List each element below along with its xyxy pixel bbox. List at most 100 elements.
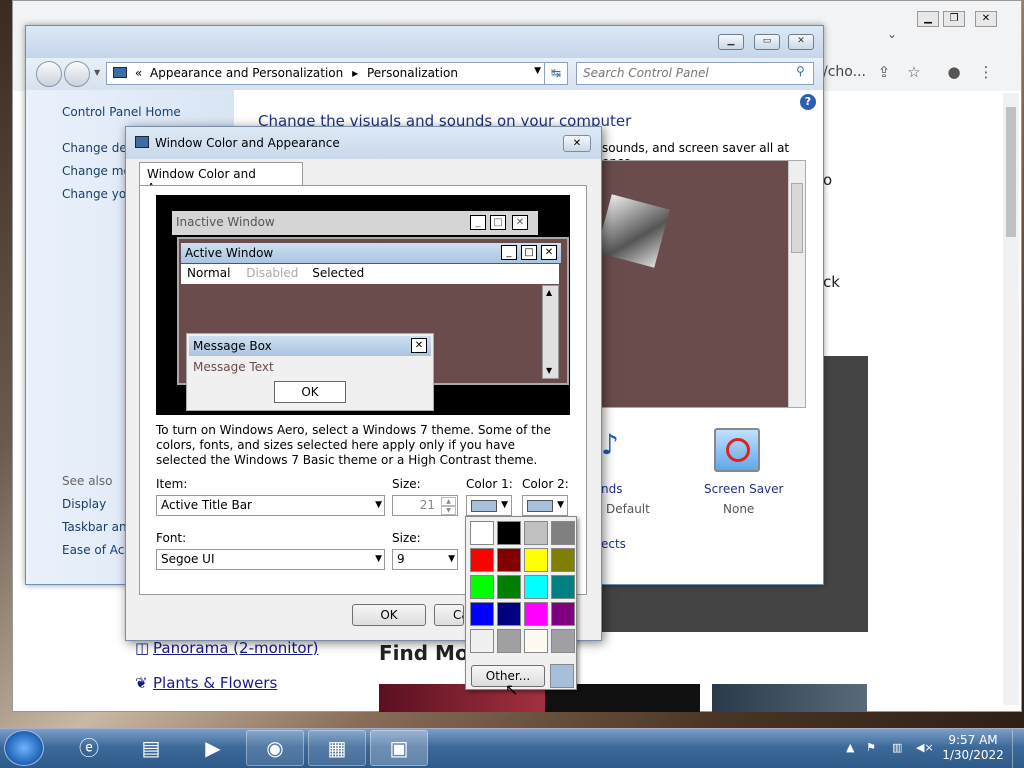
show-desktop-button[interactable] bbox=[1012, 730, 1024, 768]
back-button[interactable] bbox=[36, 61, 62, 87]
palette-color-swatch[interactable] bbox=[497, 521, 521, 545]
palette-color-swatch[interactable] bbox=[470, 548, 494, 572]
action-center-flag-icon[interactable]: ⚑ bbox=[866, 741, 876, 754]
theme-thumbnail[interactable] bbox=[596, 194, 670, 268]
palette-color-swatch[interactable] bbox=[551, 629, 575, 653]
control-panel-home-link[interactable]: Control Panel Home bbox=[62, 105, 181, 119]
search-icon[interactable]: ⚲ bbox=[796, 64, 805, 78]
stepper-down-icon[interactable]: ▼ bbox=[441, 506, 456, 515]
menu-normal[interactable]: Normal bbox=[187, 266, 230, 280]
personalization-taskbar-icon[interactable]: ▣ bbox=[370, 730, 428, 766]
dialog-close-button[interactable]: ✕ bbox=[563, 135, 591, 152]
cp-minimize-button[interactable]: ▁ bbox=[718, 34, 744, 50]
item-select[interactable]: Active Title Bar ▼ bbox=[156, 495, 385, 516]
banner-image bbox=[712, 684, 867, 712]
palette-color-swatch[interactable] bbox=[551, 575, 575, 599]
palette-color-swatch[interactable] bbox=[551, 548, 575, 572]
cp-maximize-button[interactable]: ▭ bbox=[754, 34, 780, 50]
tab-window-color[interactable]: Window Color and Appearance bbox=[139, 162, 303, 195]
palette-color-swatch[interactable] bbox=[470, 521, 494, 545]
close-icon: ✕ bbox=[512, 215, 528, 230]
panorama-link[interactable]: ◫ Panorama (2-monitor) bbox=[135, 639, 319, 657]
file-explorer-icon[interactable]: ▤ bbox=[122, 730, 180, 766]
themes-scrollbar[interactable] bbox=[788, 161, 805, 407]
menu-selected[interactable]: Selected bbox=[312, 266, 364, 280]
palette-color-swatch[interactable] bbox=[551, 602, 575, 626]
palette-color-swatch[interactable] bbox=[524, 521, 548, 545]
address-breadcrumb[interactable]: « Appearance and Personalization ▸ Perso… bbox=[106, 62, 546, 85]
preview-scrollbar[interactable]: ▲ ▼ bbox=[542, 285, 559, 379]
font-select[interactable]: Segoe UI ▼ bbox=[156, 549, 385, 570]
palette-color-swatch[interactable] bbox=[497, 629, 521, 653]
cp-close-button[interactable]: ✕ bbox=[788, 34, 814, 50]
see-also-taskbar[interactable]: Taskbar and bbox=[62, 520, 134, 534]
breadcrumb-personalization[interactable]: Personalization bbox=[367, 66, 458, 80]
font-label: Font: bbox=[156, 531, 187, 545]
breadcrumb-appearance[interactable]: Appearance and Personalization bbox=[150, 66, 343, 80]
palette-color-swatch[interactable] bbox=[524, 629, 548, 653]
share-icon[interactable]: ⇪ bbox=[873, 63, 895, 83]
ok-button[interactable]: OK bbox=[352, 604, 426, 626]
scrollbar-thumb[interactable] bbox=[1006, 107, 1016, 237]
palette-color-swatch[interactable] bbox=[551, 521, 575, 545]
volume-muted-icon[interactable]: ◀× bbox=[916, 741, 934, 754]
themes-list[interactable] bbox=[596, 160, 806, 408]
color1-button[interactable]: ▼ bbox=[466, 495, 512, 516]
browser-minimize-button[interactable]: ▁ bbox=[917, 11, 939, 27]
tab-search-chevron-icon[interactable]: ⌄ bbox=[887, 27, 897, 41]
help-icon[interactable]: ? bbox=[800, 94, 816, 110]
bookmark-star-icon[interactable]: ☆ bbox=[903, 63, 925, 83]
sidebar-link-account-picture[interactable]: Change you bbox=[62, 187, 134, 201]
palette-color-swatch[interactable] bbox=[497, 575, 521, 599]
palette-color-swatch[interactable] bbox=[470, 602, 494, 626]
font-size-select[interactable]: 9 ▼ bbox=[392, 549, 458, 570]
taskbar-clock[interactable]: 9:57 AM 1/30/2022 bbox=[940, 733, 1006, 763]
palette-color-swatch[interactable] bbox=[524, 548, 548, 572]
refresh-icon[interactable]: ↹ bbox=[544, 62, 568, 85]
palette-color-swatch[interactable] bbox=[524, 602, 548, 626]
sounds-icon[interactable]: ♪ bbox=[601, 428, 631, 468]
internet-explorer-icon[interactable]: ⓔ bbox=[60, 730, 118, 766]
browser-scrollbar[interactable] bbox=[1003, 93, 1019, 705]
inactive-window-title: Inactive Window bbox=[176, 215, 275, 229]
palette-color-swatch[interactable] bbox=[497, 548, 521, 572]
palette-color-swatch[interactable] bbox=[470, 575, 494, 599]
chrome-taskbar-icon[interactable]: ◉ bbox=[246, 730, 304, 766]
profile-icon[interactable]: ● bbox=[943, 63, 965, 83]
color2-button[interactable]: ▼ bbox=[522, 495, 568, 516]
size-stepper[interactable]: 21 ▲ ▼ bbox=[392, 495, 458, 516]
sounds-link[interactable]: nds bbox=[601, 482, 622, 496]
address-dropdown-icon[interactable]: ▼ bbox=[534, 66, 541, 76]
media-player-icon[interactable]: ▶ bbox=[184, 730, 242, 766]
active-window-titlebar[interactable]: Active Window _ □ ✕ bbox=[181, 243, 561, 263]
history-chevron-icon[interactable]: ▼ bbox=[94, 68, 100, 77]
network-icon[interactable]: ▥ bbox=[892, 741, 902, 754]
browser-url-fragment[interactable]: /cho... bbox=[823, 64, 866, 80]
start-button[interactable] bbox=[4, 730, 44, 766]
sidebar-link-desktop-icons[interactable]: Change des bbox=[62, 141, 133, 155]
themes-scroll-thumb[interactable] bbox=[791, 183, 803, 253]
cancel-button[interactable]: Ca bbox=[434, 604, 464, 626]
palette-color-swatch[interactable] bbox=[470, 629, 494, 653]
plants-link[interactable]: ❦ Plants & Flowers bbox=[135, 674, 277, 692]
preview-ok-button[interactable]: OK bbox=[274, 381, 346, 403]
screen-saver-icon[interactable] bbox=[714, 428, 760, 472]
sidebar-link-mouse-pointers[interactable]: Change mo bbox=[62, 164, 131, 178]
breadcrumb-overflow[interactable]: « bbox=[135, 66, 142, 80]
effects-link[interactable]: ects bbox=[601, 537, 626, 551]
search-input[interactable]: Search Control Panel bbox=[576, 62, 814, 85]
breadcrumb-separator[interactable]: ▸ bbox=[352, 66, 358, 80]
browser-maximize-button[interactable]: ❐ bbox=[943, 11, 965, 27]
control-panel-taskbar-icon[interactable]: ▦ bbox=[308, 730, 366, 766]
forward-button[interactable] bbox=[64, 61, 90, 87]
browser-close-button[interactable]: ✕ bbox=[975, 11, 997, 27]
menu-disabled[interactable]: Disabled bbox=[246, 266, 298, 280]
inactive-window-preview[interactable]: Inactive Window _ □ ✕ bbox=[172, 211, 538, 235]
palette-color-swatch[interactable] bbox=[497, 602, 521, 626]
stepper-up-icon[interactable]: ▲ bbox=[441, 497, 456, 506]
see-also-display[interactable]: Display bbox=[62, 497, 106, 511]
palette-color-swatch[interactable] bbox=[524, 575, 548, 599]
show-hidden-icons-chevron[interactable]: ▲ bbox=[846, 741, 854, 754]
screen-saver-link[interactable]: Screen Saver bbox=[704, 482, 783, 496]
browser-menu-icon[interactable]: ⋮ bbox=[975, 63, 997, 83]
